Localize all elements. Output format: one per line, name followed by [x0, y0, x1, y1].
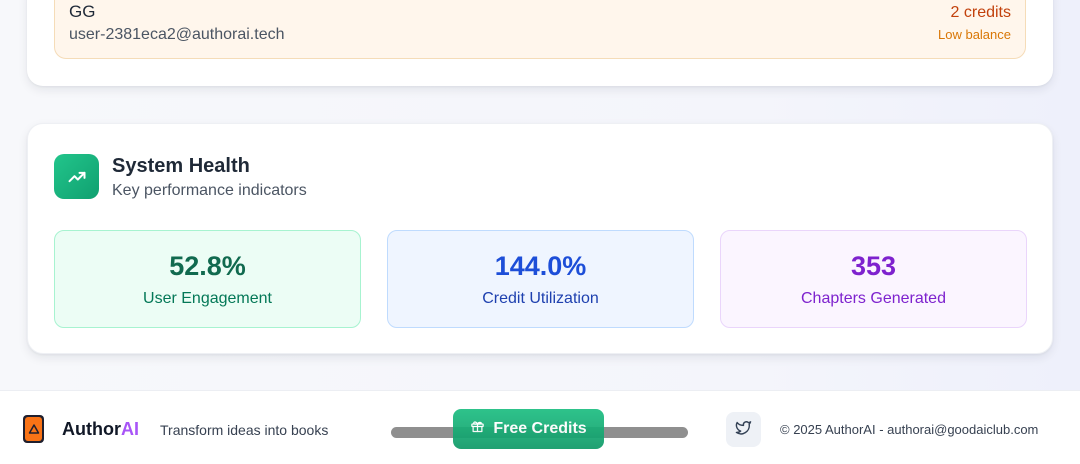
user-name: GG — [69, 2, 96, 21]
trending-up-icon — [54, 154, 99, 199]
stat-card-credit-utilization: 144.0% Credit Utilization — [387, 230, 694, 328]
footer: AuthorAI Transform ideas into books Free… — [0, 390, 1080, 464]
stat-label: Chapters Generated — [801, 290, 946, 307]
page: GG user-2381eca2@authorai.tech 2 credits… — [0, 0, 1080, 464]
stat-label: User Engagement — [143, 290, 272, 307]
stat-label: Credit Utilization — [482, 290, 599, 307]
footer-tagline: Transform ideas into books — [160, 422, 329, 438]
free-credits-label: Free Credits — [493, 420, 587, 437]
system-health-subtitle: Key performance indicators — [112, 182, 307, 199]
user-credit-row[interactable]: GG user-2381eca2@authorai.tech 2 credits… — [54, 0, 1026, 59]
credit-status-label: Low balance — [938, 27, 1011, 42]
stat-value: 144.0% — [494, 251, 587, 281]
brand-name-main: Author — [62, 419, 121, 439]
account-card: GG user-2381eca2@authorai.tech 2 credits… — [27, 0, 1053, 86]
twitter-icon — [735, 419, 752, 441]
stat-value: 353 — [850, 251, 897, 281]
brand-name-accent: AI — [120, 419, 139, 439]
twitter-button[interactable] — [726, 412, 761, 447]
system-health-card: System Health Key performance indicators… — [27, 123, 1053, 354]
stat-card-chapters-generated: 353 Chapters Generated — [720, 230, 1027, 328]
gift-icon — [470, 419, 485, 439]
free-credits-button[interactable]: Free Credits — [453, 409, 604, 449]
brand-name[interactable]: AuthorAI — [62, 419, 139, 440]
system-health-title: System Health — [112, 155, 250, 177]
authorai-logo-icon[interactable] — [23, 415, 44, 443]
stat-value: 52.8% — [169, 251, 246, 281]
user-email: user-2381eca2@authorai.tech — [69, 26, 285, 43]
credits-value: 2 credits — [950, 4, 1011, 21]
copyright-text: © 2025 AuthorAI - authorai@goodaiclub.co… — [780, 422, 1039, 437]
stat-card-user-engagement: 52.8% User Engagement — [54, 230, 361, 328]
